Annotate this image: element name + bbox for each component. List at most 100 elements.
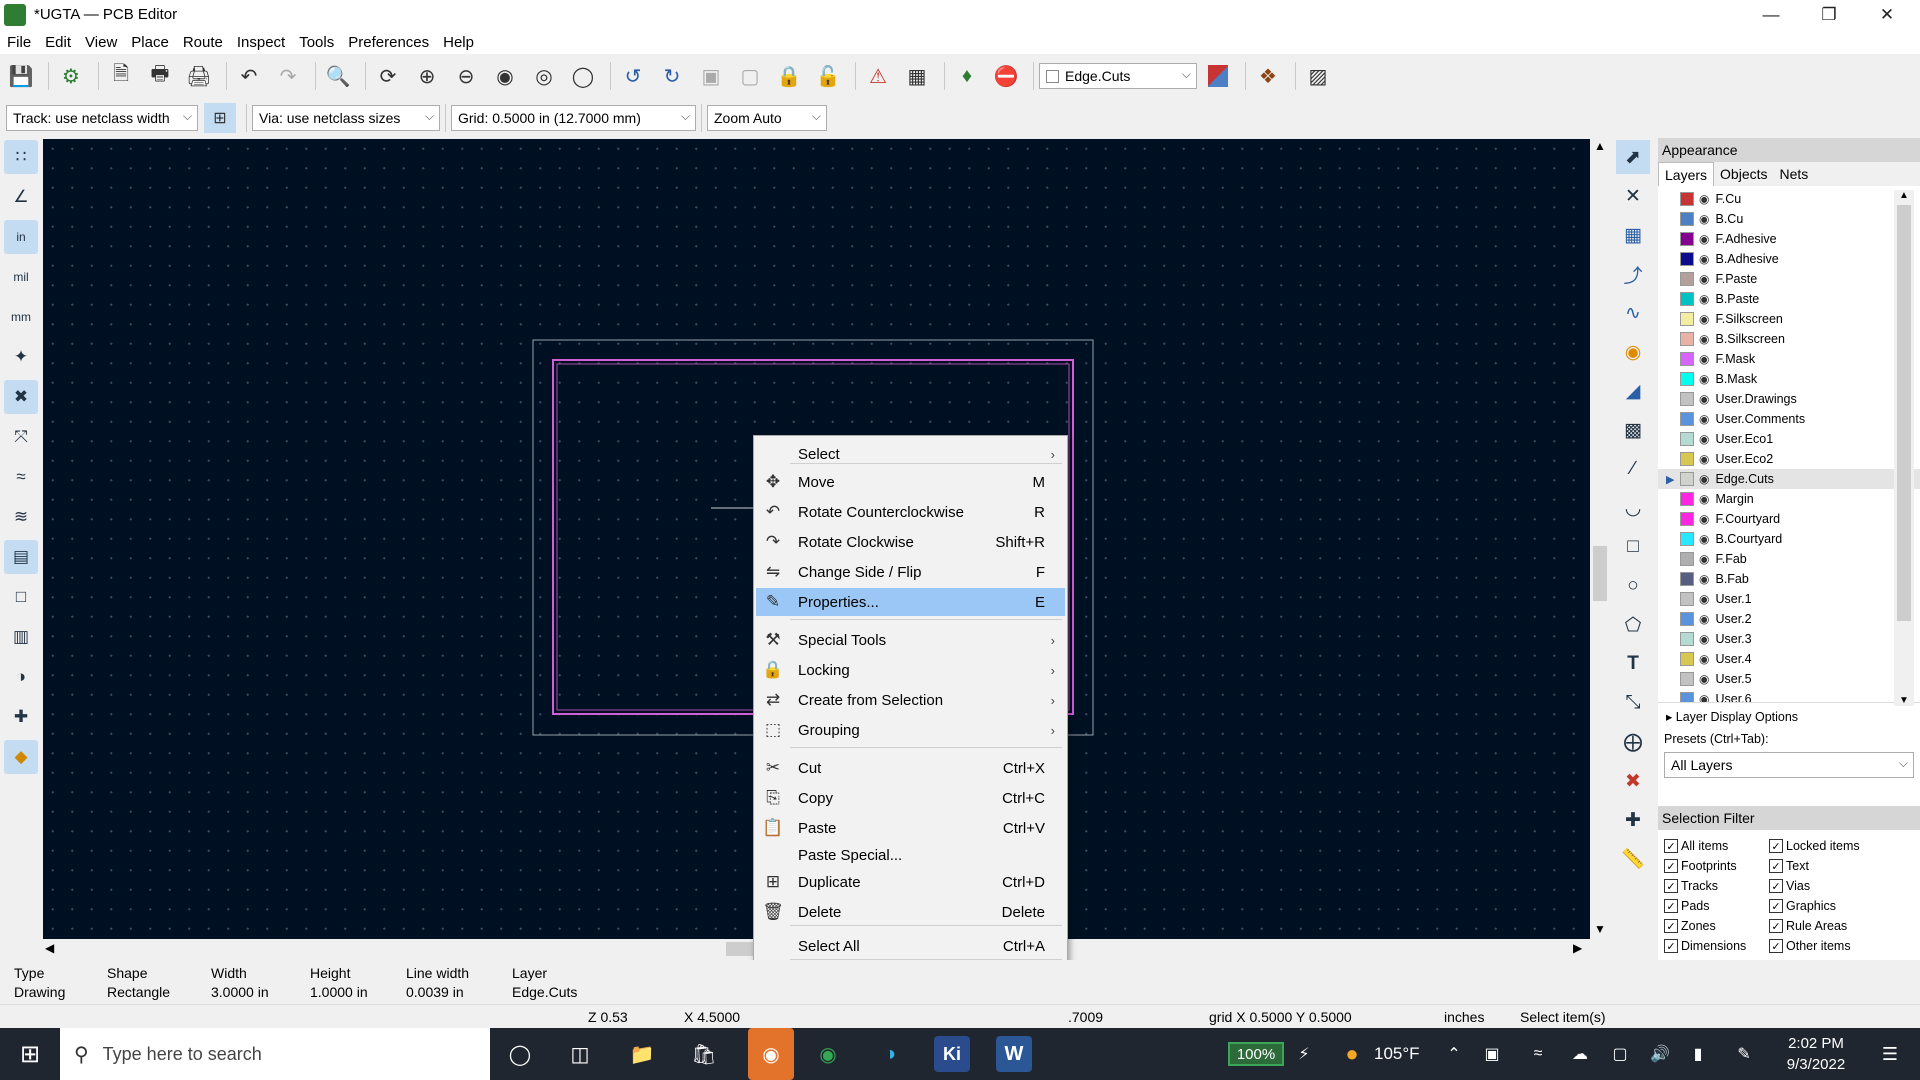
menu-preferences[interactable]: Preferences: [341, 31, 436, 54]
eye-visibility-icon[interactable]: ◉: [1699, 552, 1709, 566]
unit-mm-button[interactable]: mm: [4, 300, 38, 334]
menu-tools[interactable]: Tools: [292, 31, 341, 54]
checkbox[interactable]: ✓: [1664, 899, 1678, 913]
layer-row[interactable]: ◉ B.Courtyard: [1658, 529, 1920, 549]
layer-row[interactable]: ◉ Margin: [1658, 489, 1920, 509]
menu-item-copy[interactable]: ⎘ Copy Ctrl+C: [756, 784, 1065, 812]
tab-objects[interactable]: Objects: [1714, 162, 1773, 186]
selection-filter-item[interactable]: ✓ Other items: [1769, 936, 1909, 956]
polar-coords-icon[interactable]: ∠: [4, 180, 38, 214]
zoom-in-icon[interactable]: ⊕: [410, 59, 444, 93]
add-via-icon[interactable]: ◉: [1616, 335, 1650, 369]
task-view-icon[interactable]: ◫: [562, 1036, 598, 1072]
redo-icon[interactable]: ↷: [271, 59, 305, 93]
layer-row[interactable]: ▶ ◉ Edge.Cuts: [1658, 469, 1920, 489]
layer-color-swatch[interactable]: [1680, 492, 1694, 506]
layer-row[interactable]: ◉ B.Paste: [1658, 289, 1920, 309]
draw-line-icon[interactable]: ∕: [1616, 452, 1650, 486]
selection-filter-item[interactable]: ✓ Graphics: [1769, 896, 1909, 916]
menu-item-move[interactable]: ✥ Move M: [756, 468, 1065, 496]
menu-item-locking[interactable]: 🔒 Locking ›: [756, 656, 1065, 684]
draw-polygon-icon[interactable]: ⬠: [1616, 608, 1650, 642]
selection-filter-item[interactable]: ✓ Rule Areas: [1769, 916, 1909, 936]
menu-item-delete[interactable]: 🗑 Delete Delete: [756, 898, 1065, 926]
layer-row[interactable]: ◉ B.Adhesive: [1658, 249, 1920, 269]
set-origin-icon[interactable]: ✚: [1616, 803, 1650, 837]
zoom-select[interactable]: Zoom Auto ⌵: [707, 105, 827, 131]
selection-filter-item[interactable]: ✓ Footprints: [1664, 856, 1769, 876]
layer-row[interactable]: ◉ F.Paste: [1658, 269, 1920, 289]
file-explorer-icon[interactable]: 📁: [624, 1036, 660, 1072]
layer-color-swatch[interactable]: [1680, 272, 1694, 286]
layer-select[interactable]: Edge.Cuts ⌵: [1039, 63, 1197, 89]
checkbox[interactable]: ✓: [1664, 879, 1678, 893]
layer-row[interactable]: ◉ User.6: [1658, 689, 1920, 702]
menu-item-duplicate[interactable]: ⊞ Duplicate Ctrl+D: [756, 868, 1065, 896]
checkbox[interactable]: ✓: [1769, 899, 1783, 913]
undo-icon[interactable]: ↶: [232, 59, 266, 93]
menu-item-grouping[interactable]: ⬚ Grouping ›: [756, 716, 1065, 744]
layer-color-swatch[interactable]: [1680, 592, 1694, 606]
draw-circle-icon[interactable]: ○: [1616, 569, 1650, 603]
layer-list-scrollbar[interactable]: ▲ ▼: [1894, 190, 1914, 706]
zoom-selection-icon[interactable]: ◯: [566, 59, 600, 93]
curved-ratsnest-icon[interactable]: ⤧: [4, 420, 38, 454]
layer-color-swatch[interactable]: [1680, 632, 1694, 646]
checkbox[interactable]: ✓: [1769, 939, 1783, 953]
layer-color-swatch[interactable]: [1680, 472, 1694, 486]
eye-visibility-icon[interactable]: ◉: [1699, 192, 1709, 206]
scroll-down-icon[interactable]: ▼: [1592, 922, 1608, 938]
drc-icon[interactable]: ⛔: [989, 59, 1023, 93]
layer-row[interactable]: ◉ F.Mask: [1658, 349, 1920, 369]
menu-file[interactable]: File: [0, 31, 38, 54]
layer-color-swatch[interactable]: [1680, 352, 1694, 366]
update-pcb-icon[interactable]: ♦: [950, 59, 984, 93]
footprint-editor-icon[interactable]: ▦: [900, 59, 934, 93]
tab-nets[interactable]: Nets: [1774, 162, 1815, 186]
zone-outline-icon[interactable]: ≈: [4, 460, 38, 494]
vertical-scroll-thumb[interactable]: [1593, 546, 1607, 601]
ungroup-icon[interactable]: ▢: [733, 59, 767, 93]
layer-row[interactable]: ◉ User.1: [1658, 589, 1920, 609]
menu-item-special-tools[interactable]: ⚒ Special Tools ›: [756, 626, 1065, 654]
layer-color-swatch[interactable]: [1680, 672, 1694, 686]
eye-visibility-icon[interactable]: ◉: [1699, 452, 1709, 466]
refresh-icon[interactable]: ⟳: [371, 59, 405, 93]
layer-color-swatch[interactable]: [1680, 392, 1694, 406]
eye-visibility-icon[interactable]: ◉: [1699, 512, 1709, 526]
eye-visibility-icon[interactable]: ◉: [1699, 632, 1709, 646]
wifi-icon[interactable]: ≈: [1520, 1036, 1556, 1072]
layer-color-swatch[interactable]: [1680, 292, 1694, 306]
layer-row[interactable]: ◉ F.Adhesive: [1658, 229, 1920, 249]
menu-item-create-from-selection[interactable]: ⇄ Create from Selection ›: [756, 686, 1065, 714]
battery-icon[interactable]: ▮: [1680, 1036, 1716, 1072]
layer-row[interactable]: ◉ F.Courtyard: [1658, 509, 1920, 529]
track-width-select[interactable]: Track: use netclass width ⌵: [6, 105, 198, 131]
chrome-icon[interactable]: ◉: [810, 1036, 846, 1072]
menu-edit[interactable]: Edit: [38, 31, 78, 54]
eye-visibility-icon[interactable]: ◉: [1699, 572, 1709, 586]
draw-rectangle-icon[interactable]: □: [1616, 530, 1650, 564]
checkbox[interactable]: ✓: [1769, 879, 1783, 893]
clock[interactable]: 2:02 PM 9/3/2022: [1772, 1033, 1860, 1075]
eye-visibility-icon[interactable]: ◉: [1699, 492, 1709, 506]
layer-list-scroll-thumb[interactable]: [1897, 205, 1911, 621]
layer-row[interactable]: ◉ B.Mask: [1658, 369, 1920, 389]
rotate-ccw-icon[interactable]: ↺: [616, 59, 650, 93]
add-target-icon[interactable]: ⨁: [1616, 725, 1650, 759]
tab-layers[interactable]: Layers: [1658, 162, 1715, 186]
pad-sketch-icon[interactable]: ≋: [4, 500, 38, 534]
page-settings-icon[interactable]: 🗎: [104, 59, 138, 93]
layer-color-swatch[interactable]: [1680, 332, 1694, 346]
graphic-outline-icon[interactable]: ▥: [4, 620, 38, 654]
lock-icon[interactable]: 🔒: [772, 59, 806, 93]
find-icon[interactable]: 🔍: [321, 59, 355, 93]
draw-arc-icon[interactable]: ◡: [1616, 491, 1650, 525]
microsoft-store-icon[interactable]: 🛍: [686, 1036, 722, 1072]
eye-visibility-icon[interactable]: ◉: [1699, 392, 1709, 406]
layer-color-swatch[interactable]: [1680, 452, 1694, 466]
net-color-icon[interactable]: ✚: [4, 700, 38, 734]
layer-row[interactable]: ◉ User.Eco1: [1658, 429, 1920, 449]
eye-visibility-icon[interactable]: ◉: [1699, 592, 1709, 606]
camera-icon[interactable]: ▣: [1474, 1036, 1510, 1072]
